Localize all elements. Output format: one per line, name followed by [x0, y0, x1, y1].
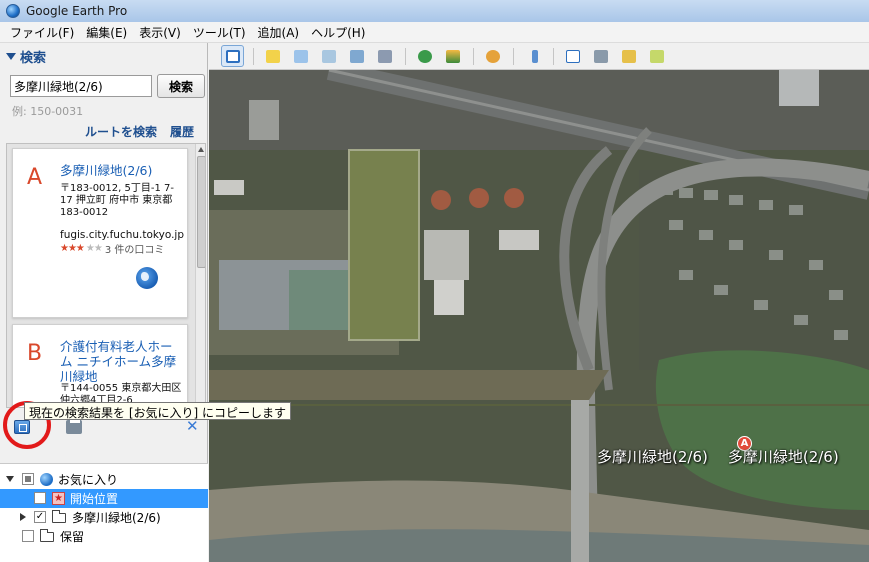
menu-edit[interactable]: 編集(E)	[80, 24, 133, 41]
window-title: Google Earth Pro	[26, 4, 128, 18]
map-view[interactable]: A 多摩川緑地(2/6) 多摩川緑地(2/6)	[209, 70, 869, 562]
rating-empty-stars-icon: ★★	[85, 243, 103, 254]
search-results-list[interactable]: A 多摩川緑地(2/6) 〒183-0012, 5丁目-1 7-17 押立町 府…	[6, 143, 206, 408]
search-button[interactable]: 検索	[157, 74, 205, 98]
search-result-card[interactable]: B 介護付有料老人ホーム ニチイホーム多摩川緑地 〒144-0055 東京都大田…	[12, 324, 188, 407]
satellite-imagery	[209, 70, 869, 562]
rating-stars-icon: ★★★	[60, 243, 85, 254]
sun-icon	[446, 50, 460, 63]
scroll-up-icon[interactable]	[198, 147, 204, 152]
map-label-text: 多摩川緑地(2/6)	[597, 448, 708, 466]
email-icon	[566, 50, 580, 63]
result-url[interactable]: fugis.city.fuchu.tokyo.jp	[60, 229, 184, 241]
main-toolbar	[209, 43, 869, 70]
result-letter: A	[27, 165, 43, 190]
tree-label-start: 開始位置	[70, 492, 119, 506]
path-icon	[322, 50, 336, 63]
clock-icon	[418, 50, 432, 63]
toolbar-separator	[513, 48, 514, 65]
toolbar-separator	[405, 48, 406, 65]
ruler-icon	[532, 50, 538, 63]
map-placemark-label[interactable]: 多摩川緑地(2/6) 多摩川緑地(2/6)	[597, 446, 839, 467]
result-letter: B	[27, 341, 43, 366]
result-title-link[interactable]: 介護付有料老人ホーム ニチイホーム多摩川緑地	[60, 339, 184, 384]
tree-label-temp: 保留	[60, 530, 85, 544]
tooltip: 現在の検索結果を [お気に入り] にコピーします	[24, 402, 291, 420]
historical-imagery-button[interactable]	[413, 45, 436, 67]
search-example-hint: 例: 150-0031	[12, 105, 84, 118]
folder-icon	[52, 510, 66, 523]
result-title-link[interactable]: 多摩川緑地(2/6)	[60, 163, 184, 178]
ruler-button[interactable]	[523, 45, 546, 67]
switch-planet-button[interactable]	[481, 45, 504, 67]
save-image-icon	[650, 50, 664, 63]
results-scrollbar[interactable]	[195, 144, 205, 407]
overlay-icon	[350, 50, 364, 63]
google-earth-icon	[6, 4, 20, 18]
scroll-thumb[interactable]	[197, 156, 205, 268]
globe-icon[interactable]	[136, 267, 158, 289]
menu-help[interactable]: ヘルプ(H)	[305, 24, 371, 41]
google-maps-button[interactable]	[617, 45, 640, 67]
places-tree: お気に入り ★ 開始位置 ✓ 多摩川緑地(2/6) 保留	[0, 463, 208, 562]
sidebar-icon	[226, 50, 240, 63]
checkbox-folder[interactable]: ✓	[34, 511, 46, 523]
menu-file[interactable]: ファイル(F)	[4, 24, 80, 41]
map-label-text-2: 多摩川緑地(2/6)	[727, 448, 839, 466]
polygon-icon	[294, 50, 308, 63]
expand-triangle-icon[interactable]	[20, 513, 26, 521]
expand-triangle-icon[interactable]	[6, 476, 14, 482]
tree-row-favorites[interactable]: お気に入り	[0, 470, 208, 489]
record-tour-button[interactable]	[373, 45, 396, 67]
search-header-label: 検索	[20, 51, 47, 66]
search-result-card[interactable]: A 多摩川緑地(2/6) 〒183-0012, 5丁目-1 7-17 押立町 府…	[12, 148, 188, 318]
collapse-triangle-icon	[6, 53, 16, 60]
search-panel-header[interactable]: 検索	[6, 47, 46, 66]
left-panel: 検索 検索 例: 150-0031 ルートを検索 履歴 A 多摩川緑地(2/6)…	[0, 43, 208, 562]
tree-row-folder[interactable]: ✓ 多摩川緑地(2/6)	[0, 508, 208, 527]
toolbar-separator	[253, 48, 254, 65]
result-address: 〒183-0012, 5丁目-1 7-17 押立町 府中市 東京都 183-00…	[60, 183, 174, 218]
folder-icon	[40, 529, 54, 542]
email-button[interactable]	[561, 45, 584, 67]
save-image-button[interactable]	[645, 45, 668, 67]
menu-tools[interactable]: ツール(T)	[187, 24, 252, 41]
star-icon: ★	[52, 492, 65, 505]
add-polygon-button[interactable]	[289, 45, 312, 67]
result-reviews: 3 件の口コミ	[104, 245, 165, 256]
checkbox-favorites[interactable]	[22, 473, 34, 485]
tree-row-temp[interactable]: 保留	[0, 527, 208, 546]
title-bar: Google Earth Pro	[0, 0, 869, 22]
add-overlay-button[interactable]	[345, 45, 368, 67]
planet-icon	[486, 50, 500, 63]
sunlight-button[interactable]	[441, 45, 464, 67]
print-icon[interactable]	[66, 417, 82, 434]
maps-icon	[622, 50, 636, 63]
history-link[interactable]: 履歴	[170, 123, 194, 140]
menu-view[interactable]: 表示(V)	[133, 24, 187, 41]
checkbox-temp[interactable]	[22, 530, 34, 542]
globe-icon	[40, 473, 53, 486]
placemark-icon	[266, 50, 280, 63]
add-path-button[interactable]	[317, 45, 340, 67]
result-rating: ★★★ ★★ 3 件の口コミ	[60, 241, 164, 256]
sidebar-toggle-button[interactable]	[221, 45, 244, 67]
checkbox-start[interactable]	[34, 492, 46, 504]
search-input[interactable]	[10, 75, 152, 97]
menu-bar: ファイル(F) 編集(E) 表示(V) ツール(T) 追加(A) ヘルプ(H)	[0, 22, 869, 43]
tree-row-start[interactable]: ★ 開始位置	[0, 489, 208, 508]
menu-add[interactable]: 追加(A)	[252, 24, 306, 41]
tour-icon	[378, 50, 392, 63]
tree-label-favorites: お気に入り	[58, 473, 119, 487]
print-button[interactable]	[589, 45, 612, 67]
tree-label-folder: 多摩川緑地(2/6)	[72, 511, 161, 525]
add-placemark-button[interactable]	[261, 45, 284, 67]
toolbar-separator	[553, 48, 554, 65]
route-search-link[interactable]: ルートを検索	[85, 123, 157, 140]
print-icon	[594, 50, 608, 63]
toolbar-separator	[473, 48, 474, 65]
